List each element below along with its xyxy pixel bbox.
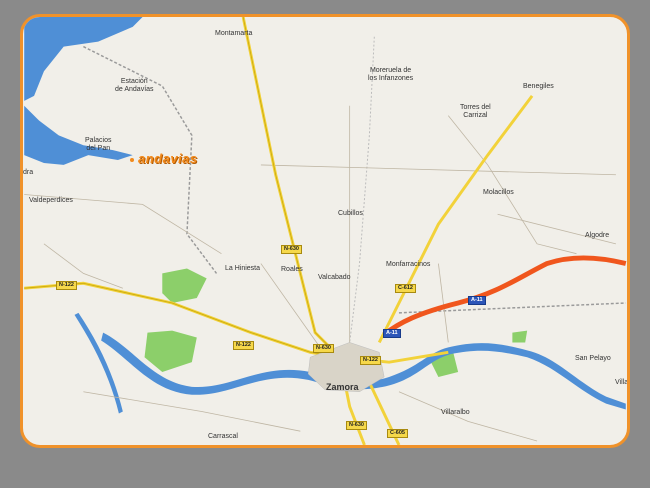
highway-a11 (382, 255, 627, 337)
main-roads (24, 17, 534, 445)
reservoir-arm (24, 105, 133, 165)
place-label: Cubillos (338, 210, 363, 217)
road-shield: N-122 (233, 341, 254, 350)
road-shield: C-605 (387, 429, 408, 438)
place-label: Monfarracinos (386, 261, 431, 268)
place-label: Molacillos (483, 189, 514, 196)
place-label: Benegiles (523, 83, 554, 90)
road-shield-highway: A-11 (468, 296, 486, 305)
park-area (512, 330, 528, 343)
place-label: Villaralbo (441, 409, 470, 416)
road-shield: N-122 (360, 356, 381, 365)
place-label: Valdeperdices (29, 197, 73, 204)
map-canvas[interactable] (23, 17, 627, 445)
road-shield: N-630 (313, 344, 334, 353)
park-area (144, 330, 197, 373)
river-tributary (74, 312, 123, 414)
place-label: Montamarta (215, 30, 253, 37)
road-shield: N-630 (281, 245, 302, 254)
place-label: Palacios del Pan (85, 137, 112, 152)
place-label: Carrascal (208, 433, 238, 440)
andavias-marker[interactable] (130, 158, 134, 162)
place-label: La Hiniesta (225, 265, 261, 272)
road-shield-highway: A-11 (383, 329, 401, 338)
place-label: Roales (281, 266, 303, 273)
map-frame: andavias Montamarta Estación de Andavías… (20, 14, 630, 448)
place-label: Algodre (585, 232, 610, 239)
place-label-city: Zamora (326, 382, 359, 392)
place-label: dra (23, 169, 34, 176)
road-shield: C-612 (395, 284, 416, 293)
place-label: Moreruela de los Infanzones (368, 67, 414, 82)
place-label: Villal (615, 379, 630, 386)
road-shield: N-122 (56, 281, 77, 290)
place-label: Estación de Andavías (115, 78, 154, 93)
place-label: Torres del Carrizal (460, 104, 491, 119)
park-area (162, 268, 207, 303)
place-label: Valcabado (318, 274, 351, 281)
brand-logo[interactable]: andavias (138, 151, 198, 166)
road-shield: N-630 (346, 421, 367, 430)
place-label: San Pelayo (575, 355, 611, 362)
